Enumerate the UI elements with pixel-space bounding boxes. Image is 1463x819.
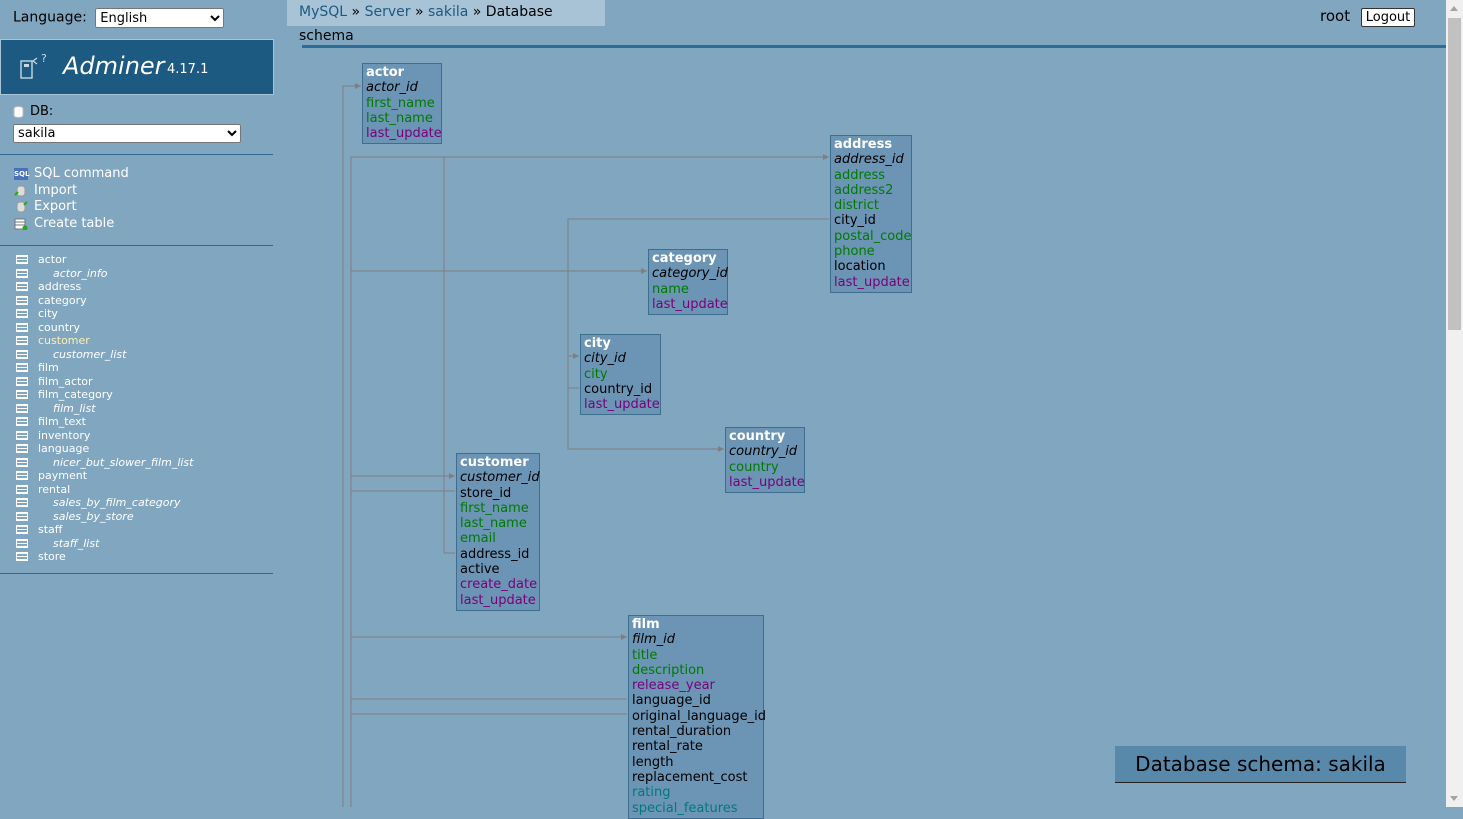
schema-table-address: address address_id address address2 district… [830,135,912,293]
schema-field: last_name [460,516,527,532]
schema-table-category: category category_id name last_update [648,249,728,316]
schema-field: release_year [632,678,715,694]
schema-field: location [834,259,886,275]
schema-field: last_update [729,474,805,490]
schema-field: title [632,647,658,663]
scroll-down-icon[interactable] [1450,796,1458,801]
schema-field: category_id [652,266,728,282]
schema-field: email [460,531,496,547]
schema-table-title[interactable]: country [729,429,801,444]
schema-field: address_id [460,546,530,562]
schema-field: rental_duration [632,724,732,740]
schema-field: last_update [584,397,660,413]
schema-field: active [460,562,500,578]
schema-field: store_id [460,485,512,501]
schema-table-title[interactable]: actor [366,65,438,80]
schema-field: language_id [632,693,711,709]
schema-table-title[interactable]: customer [460,455,536,470]
schema-field: film_id [632,632,676,648]
schema-field: replacement_cost [632,769,748,785]
schema-field: city [584,366,608,382]
schema-field: special_features [632,800,738,816]
schema-field: rating [632,785,671,801]
schema-field: last_name [366,110,433,126]
vertical-scrollbar[interactable] [1446,0,1463,807]
schema-table-title[interactable]: city [584,336,657,351]
schema-field: city_id [834,213,876,229]
schema-table-city: city city_id city country_id last_update [580,334,661,416]
schema-field: last_update [834,274,910,290]
schema-table-title[interactable]: film [632,617,760,632]
schema-field: actor_id [366,80,418,96]
schema-field: phone [834,244,875,260]
schema-field: country_id [729,444,798,460]
schema-field: address [834,167,886,183]
schema-field: address2 [834,182,894,198]
schema-field: original_language_id [632,708,766,724]
schema-field: name [652,281,689,297]
schema-field: customer_id [460,470,540,486]
schema-field: first_name [366,95,435,111]
schema-table-title[interactable]: category [652,251,724,266]
schema-field: last_update [366,126,442,142]
schema-caption: Database schema: sakila [1115,746,1406,783]
schema-table-actor: actor actor_id first_name last_name last_upd… [362,63,442,145]
schema-field: district [834,198,879,214]
relation-line [443,157,455,554]
scrollbar-thumb[interactable] [1448,18,1461,330]
schema-field: country [729,459,779,475]
schema-field: description [632,662,705,678]
schema-field: create_date [460,577,538,593]
schema-table-title[interactable]: address [834,137,908,152]
schema-field: length [632,754,674,770]
schema-field: last_update [652,296,728,312]
schema-field: city_id [584,351,626,367]
schema-table-customer: customer customer_id store_id first_name las… [456,453,540,611]
schema-field: country_id [584,381,653,397]
schema-field: first_name [460,500,529,516]
schema-table-film: film film_id title description release_year l… [628,615,766,819]
scroll-up-icon[interactable] [1450,6,1458,11]
schema-field: last_update [460,592,536,608]
schema-field: address_id [834,152,904,168]
schema-field: postal_code [834,228,912,244]
schema-field: rental_rate [632,739,703,755]
schema-table-country: country country_id country last_update [725,427,805,494]
